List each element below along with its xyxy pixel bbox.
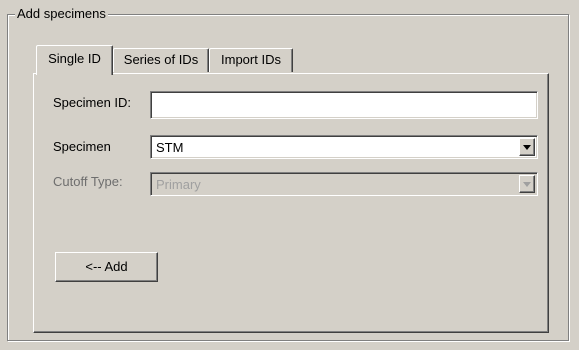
- specimen-selected-value: STM: [156, 140, 184, 155]
- chevron-down-icon: [523, 145, 531, 150]
- specimen-id-label: Specimen ID:: [53, 95, 132, 110]
- tab-single-id[interactable]: Single ID: [36, 45, 113, 75]
- chevron-down-icon: [523, 182, 531, 187]
- cutoff-type-select: Primary: [150, 172, 538, 196]
- group-title: Add specimens: [15, 6, 108, 22]
- cutoff-type-selected-value: Primary: [156, 177, 201, 192]
- tab-label: Series of IDs: [123, 52, 199, 67]
- specimen-dropdown-button[interactable]: [519, 138, 535, 156]
- tab-label: Single ID: [48, 51, 101, 66]
- add-button-label: <-- Add: [85, 259, 128, 274]
- specimen-label: Specimen: [53, 139, 111, 154]
- add-button[interactable]: <-- Add: [55, 252, 158, 282]
- specimen-select[interactable]: STM: [150, 135, 538, 159]
- tab-series-of-ids[interactable]: Series of IDs: [113, 48, 209, 72]
- tab-import-ids[interactable]: Import IDs: [209, 48, 293, 72]
- tab-label: Import IDs: [221, 52, 281, 67]
- specimen-id-field[interactable]: [150, 91, 538, 119]
- cutoff-type-dropdown-button: [519, 175, 535, 193]
- cutoff-type-label: Cutoff Type:: [53, 174, 123, 189]
- specimen-id-input[interactable]: [151, 92, 537, 118]
